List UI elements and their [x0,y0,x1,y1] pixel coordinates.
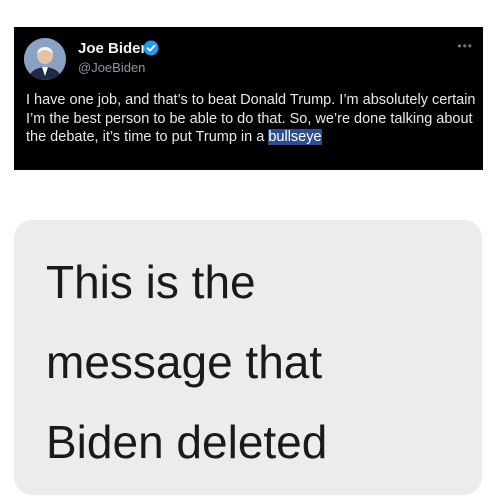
tweet-highlighted-word: bullseye [268,129,322,145]
tweet-screenshot: Joe Biden @JoeBiden ••• I have one job, … [14,27,483,170]
tweet-author-handle[interactable]: @JoeBiden [78,60,145,75]
message-text: This is the message that Biden deleted [46,242,466,482]
verified-badge-icon [143,40,159,56]
tweet-body-text: I have one job, and that’s to beat Donal… [26,92,476,145]
profile-avatar[interactable] [24,38,66,80]
message-line: message that [46,336,323,388]
ellipsis-icon[interactable]: ••• [457,39,473,53]
tweet-body: I have one job, and that’s to beat Donal… [26,91,476,147]
message-line: Biden deleted [46,416,328,468]
avatar-image [24,38,66,80]
message-line: This is the [46,256,256,308]
message-bubble: This is the message that Biden deleted [14,220,482,495]
tweet-author-name[interactable]: Joe Biden [78,40,150,57]
